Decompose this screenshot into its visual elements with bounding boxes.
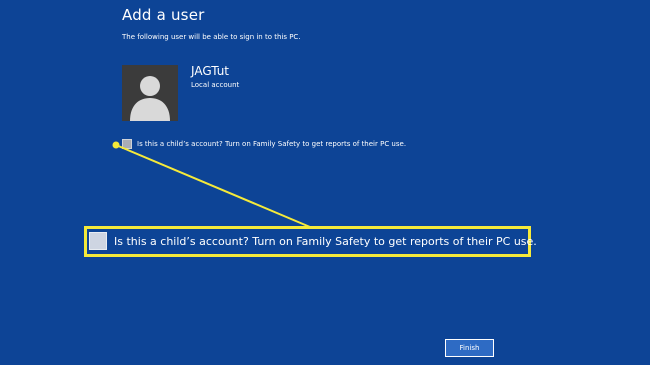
- avatar: [122, 65, 178, 121]
- user-silhouette-icon: [122, 65, 178, 121]
- account-type: Local account: [191, 81, 240, 89]
- zoomed-child-account-label: Is this a child’s account? Turn on Famil…: [114, 235, 537, 248]
- child-account-label: Is this a child’s account? Turn on Famil…: [137, 140, 407, 148]
- child-account-checkbox[interactable]: [122, 139, 132, 149]
- finish-button[interactable]: Finish: [445, 339, 494, 357]
- zoomed-child-account-checkbox[interactable]: [89, 232, 107, 250]
- page-title: Add a user: [122, 6, 205, 24]
- callout-connector: [112, 141, 311, 228]
- page-subtitle: The following user will be able to sign …: [122, 33, 301, 41]
- callout-dot: [112, 141, 120, 149]
- callout-line: [115, 144, 311, 228]
- user-name: JAGTut: [191, 64, 230, 78]
- add-user-screen: Add a user The following user will be ab…: [0, 0, 650, 365]
